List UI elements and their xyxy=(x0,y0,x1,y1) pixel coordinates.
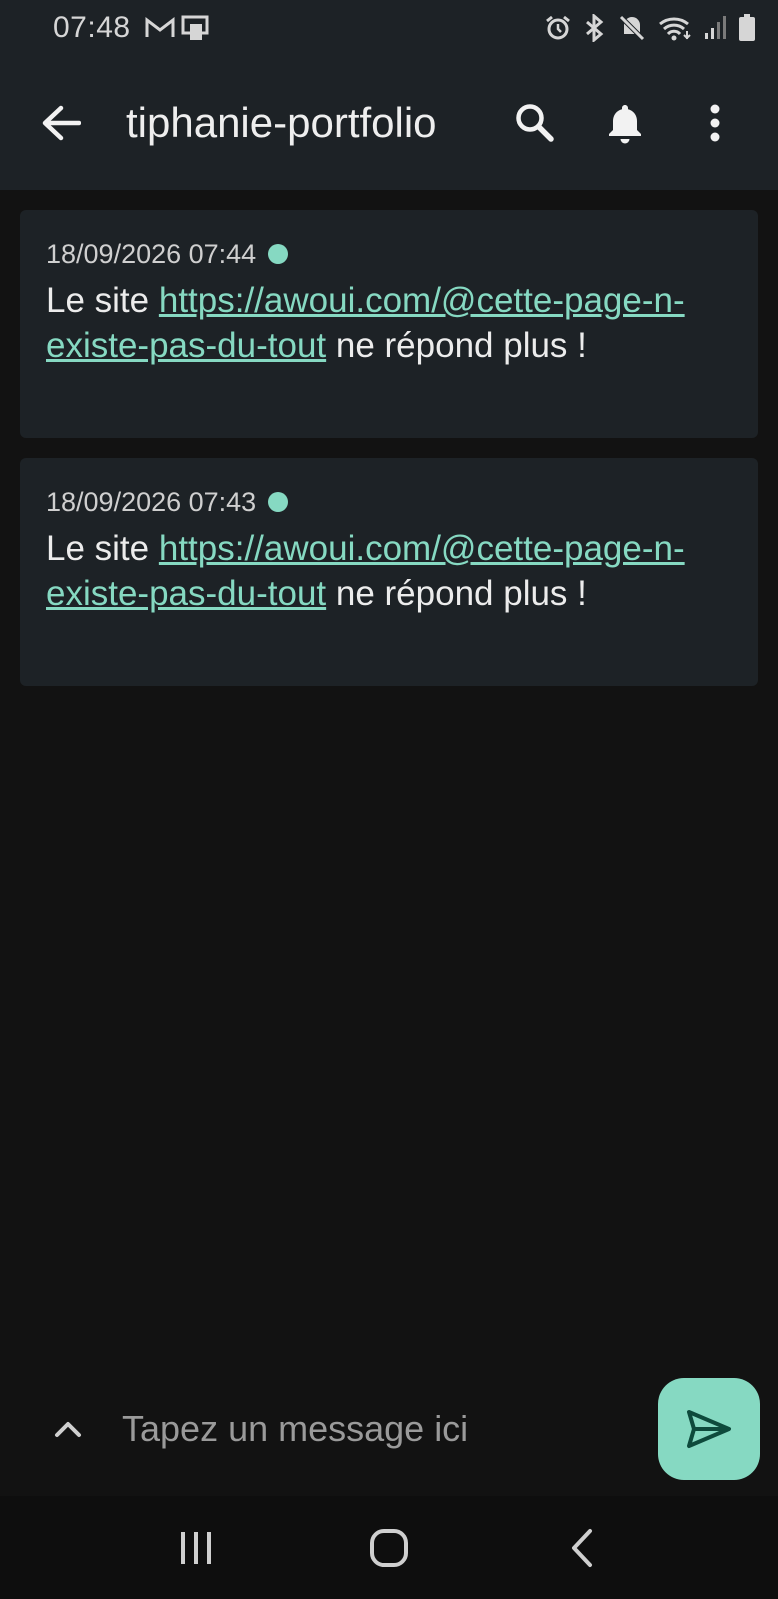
search-button[interactable] xyxy=(490,78,580,168)
message-text-before: Le site xyxy=(46,529,159,568)
message-text: Le site https://awoui.com/@cette-page-n-… xyxy=(46,278,732,368)
home-icon xyxy=(369,1528,408,1567)
nav-back-button[interactable] xyxy=(532,1508,632,1588)
status-time: 07:48 xyxy=(53,11,131,44)
status-notification-icons xyxy=(145,14,209,42)
alarm-icon xyxy=(544,14,572,42)
battery-icon xyxy=(738,14,756,42)
bell-icon xyxy=(609,105,641,144)
message-meta: 18/09/2026 07:43 xyxy=(46,482,732,522)
gmail-icon xyxy=(145,16,175,40)
message-meta: 18/09/2026 07:44 xyxy=(46,234,732,274)
recents-button[interactable] xyxy=(146,1508,246,1588)
send-icon xyxy=(687,1410,731,1448)
mute-icon xyxy=(618,14,646,42)
status-system-icons xyxy=(544,14,756,42)
message-timestamp: 18/09/2026 07:44 xyxy=(46,238,257,269)
back-button[interactable] xyxy=(18,56,104,190)
message-text-after: ne répond plus ! xyxy=(326,574,587,613)
message-text-before: Le site xyxy=(46,281,159,320)
page-title: tiphanie-portfolio xyxy=(126,99,437,146)
message-text-after: ne répond plus ! xyxy=(326,326,587,365)
recents-icon xyxy=(181,1531,212,1564)
message-list: 18/09/2026 07:44 Le site https://awoui.c… xyxy=(20,210,758,706)
app-screen: 07:48 tiphanie-portfolio 18/09/2026 07:4… xyxy=(0,0,778,1599)
system-nav-bar xyxy=(0,1496,778,1599)
send-button[interactable] xyxy=(658,1378,760,1480)
chevron-up-icon xyxy=(55,1422,81,1437)
expand-composer-button[interactable] xyxy=(44,1396,92,1462)
back-arrow-icon xyxy=(42,105,81,141)
search-icon xyxy=(516,104,554,142)
message-composer xyxy=(0,1378,778,1480)
bluetooth-icon xyxy=(584,14,606,42)
message-card[interactable]: 18/09/2026 07:43 Le site https://awoui.c… xyxy=(20,458,758,686)
back-icon xyxy=(571,1528,592,1567)
app-bar: tiphanie-portfolio xyxy=(0,56,778,190)
unread-indicator xyxy=(268,492,289,512)
message-card[interactable]: 18/09/2026 07:44 Le site https://awoui.c… xyxy=(20,210,758,438)
more-vertical-icon xyxy=(710,104,720,142)
home-button[interactable] xyxy=(339,1508,439,1588)
signal-icon xyxy=(704,15,726,41)
message-timestamp: 18/09/2026 07:43 xyxy=(46,486,257,517)
message-input[interactable] xyxy=(122,1398,622,1460)
notifications-button[interactable] xyxy=(580,78,670,168)
unread-indicator xyxy=(268,244,289,264)
phone-card-icon xyxy=(181,14,209,42)
message-text: Le site https://awoui.com/@cette-page-n-… xyxy=(46,526,732,616)
more-options-button[interactable] xyxy=(670,78,760,168)
status-bar: 07:48 xyxy=(0,0,778,56)
wifi-icon xyxy=(658,15,692,41)
app-bar-actions xyxy=(490,78,760,168)
